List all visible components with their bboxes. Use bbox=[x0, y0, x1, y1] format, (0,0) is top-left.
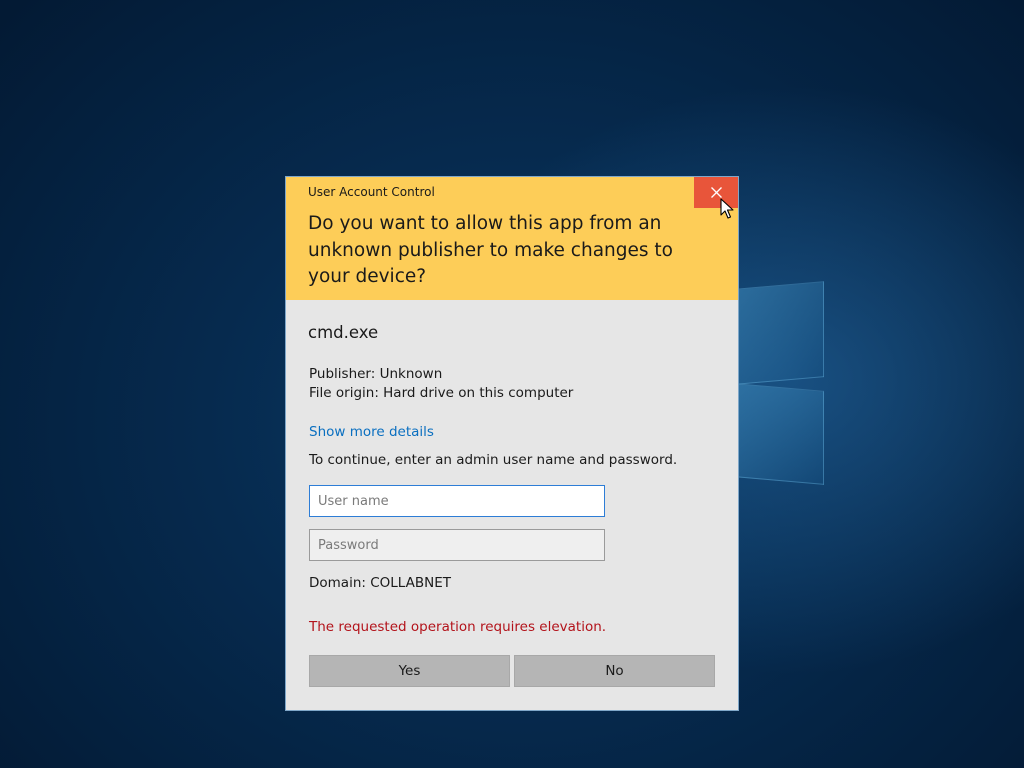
yes-button[interactable]: Yes bbox=[309, 655, 510, 687]
file-origin-text: File origin: Hard drive on this computer bbox=[309, 385, 574, 401]
password-input[interactable] bbox=[309, 529, 605, 561]
close-icon bbox=[710, 187, 722, 198]
uac-dialog: User Account Control Do you want to allo… bbox=[285, 176, 739, 711]
show-more-details-link[interactable]: Show more details bbox=[309, 424, 434, 440]
error-message: The requested operation requires elevati… bbox=[309, 619, 607, 635]
username-input[interactable] bbox=[309, 485, 605, 517]
domain-text: Domain: COLLABNET bbox=[309, 575, 452, 591]
dialog-title: User Account Control bbox=[308, 185, 435, 199]
mouse-pointer-icon bbox=[720, 198, 734, 219]
publisher-text: Publisher: Unknown bbox=[309, 366, 443, 382]
app-name: cmd.exe bbox=[308, 323, 379, 342]
no-button[interactable]: No bbox=[514, 655, 715, 687]
dialog-question: Do you want to allow this app from an un… bbox=[308, 213, 673, 287]
dialog-header: User Account Control Do you want to allo… bbox=[286, 177, 738, 300]
continue-instruction: To continue, enter an admin user name an… bbox=[309, 452, 678, 468]
